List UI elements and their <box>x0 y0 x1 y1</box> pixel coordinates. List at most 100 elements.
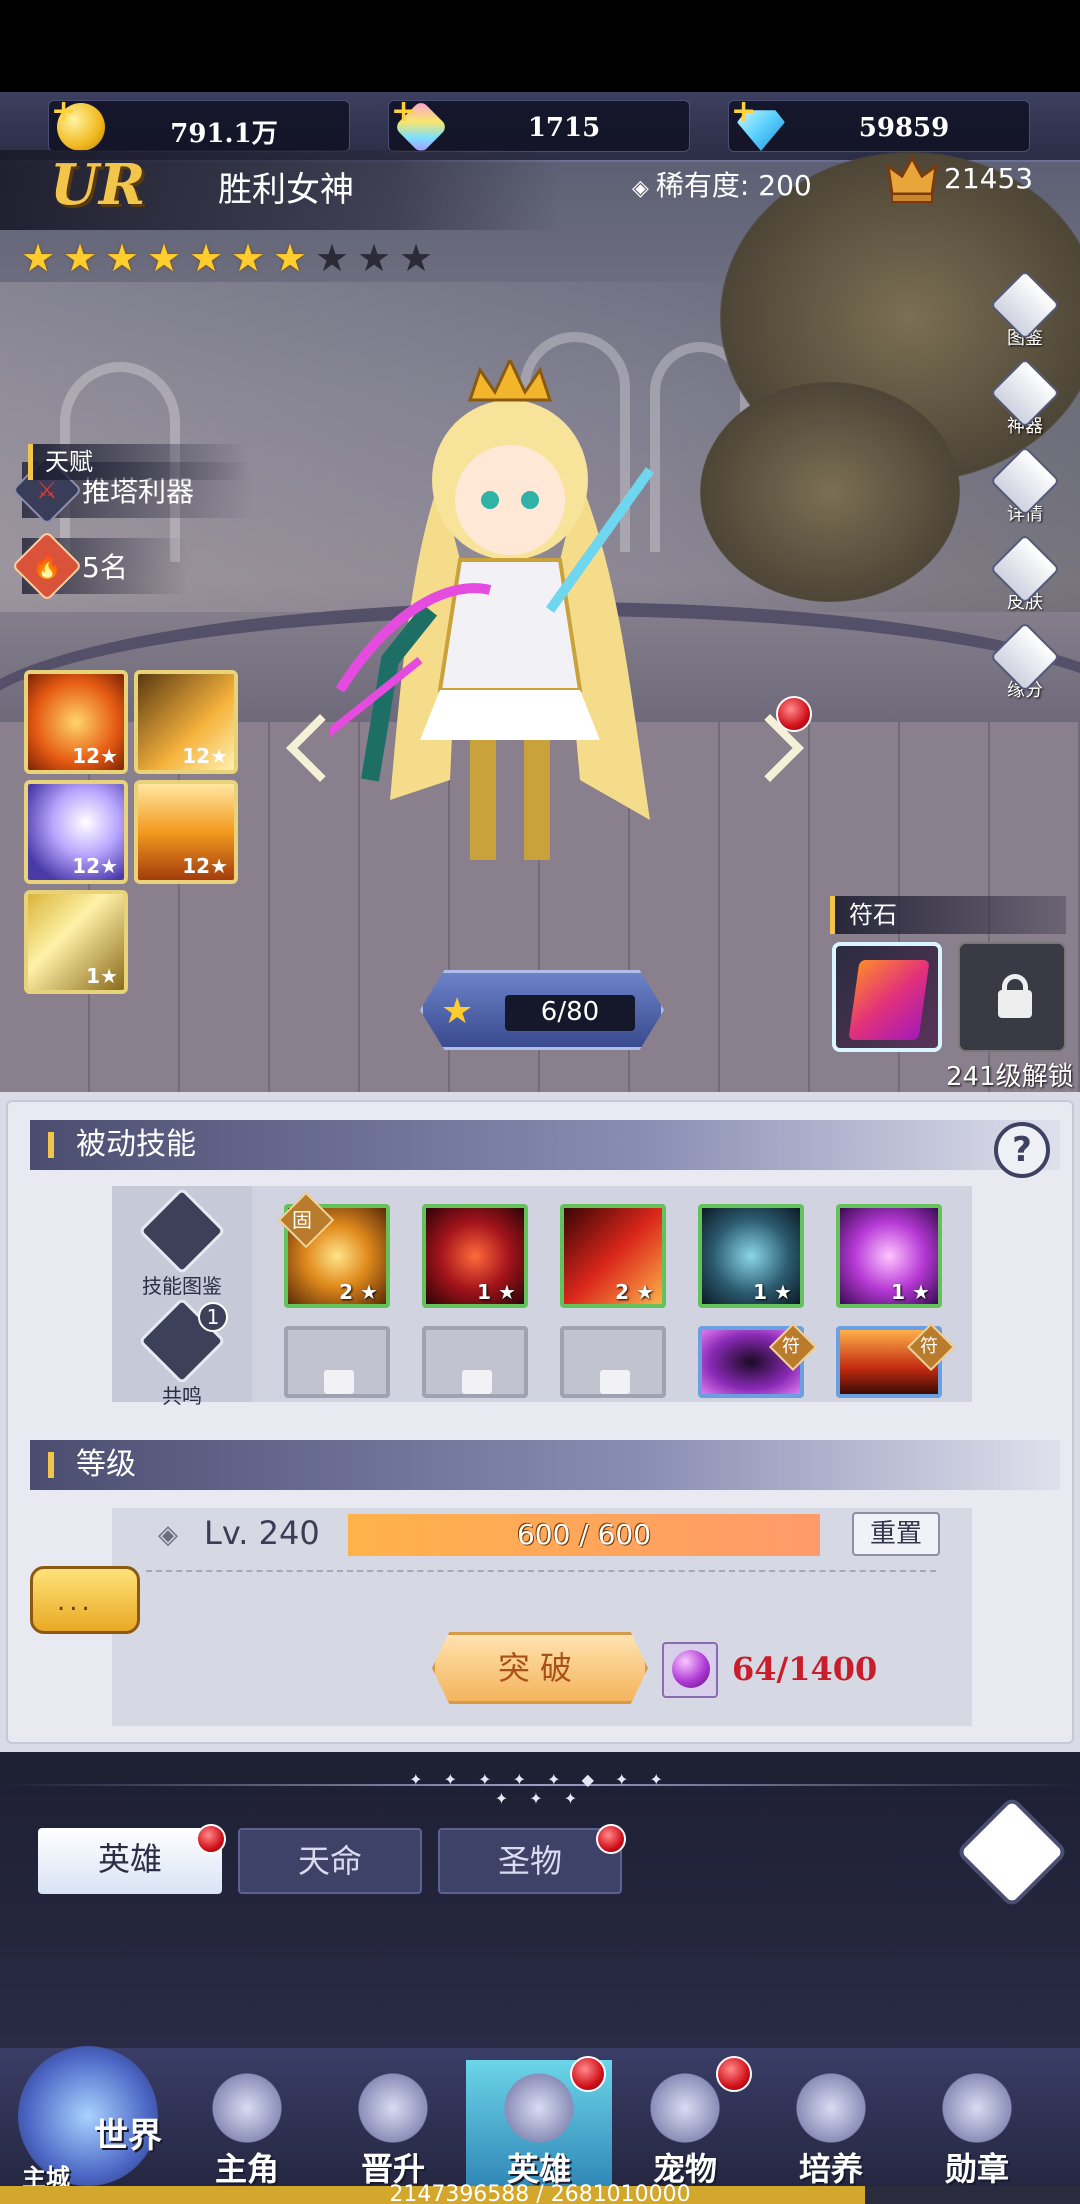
star-icon: ★ <box>356 236 392 280</box>
rune-unlock-text: 241级解锁 <box>946 1062 1074 1092</box>
skill-level: 2 ★ <box>615 1280 654 1304</box>
star-icon: ★ <box>20 236 56 280</box>
crystal-resource[interactable]: + 1715 <box>388 97 690 155</box>
medal-icon <box>937 2068 1017 2148</box>
power-value: 21453 <box>944 162 1034 195</box>
star-icon: ★ <box>398 236 434 280</box>
rune-title: 符石 <box>830 896 1066 934</box>
hero-character[interactable] <box>330 360 690 880</box>
resonance-count-badge: 1 <box>198 1302 228 1332</box>
star-icon: ★ <box>230 236 266 280</box>
rarity-label: ◈ 稀有度: 200 <box>632 164 812 204</box>
talent-slot[interactable]: 12★ <box>134 780 238 884</box>
level-text: Lv. 240 <box>204 1514 320 1552</box>
star-icon: ★ <box>272 236 308 280</box>
add-gold-icon[interactable]: + <box>51 97 76 127</box>
gold-resource[interactable]: + 791.1万 <box>48 97 350 152</box>
world-button[interactable]: 世界 主城 <box>8 2016 168 2192</box>
locked-skill-slot[interactable] <box>422 1326 528 1398</box>
add-crystal-icon[interactable]: + <box>391 97 416 127</box>
side-menu-item[interactable]: 详情 <box>989 445 1061 544</box>
side-menu: 图鉴 神器 详情 皮肤 缘分 <box>989 269 1061 720</box>
skill-level: 2 ★ <box>339 1280 378 1304</box>
rarity-text: 稀有度: <box>655 169 750 202</box>
hero-name: 胜利女神 <box>218 170 354 210</box>
breakthrough-cost: 64/1400 <box>732 1650 878 1688</box>
skill-codex-button[interactable]: 技能图鉴 <box>132 1187 232 1299</box>
side-menu-item[interactable]: 皮肤 <box>989 533 1061 632</box>
hero-helmet-icon <box>499 2068 579 2148</box>
protagonist-icon <box>207 2068 287 2148</box>
nav-promotion[interactable]: 晋升 <box>320 2060 466 2200</box>
skill-codex-label: 技能图鉴 <box>142 1274 222 1298</box>
diamond-value: 59859 <box>858 113 950 143</box>
chat-bubble-button[interactable]: ... <box>30 1566 140 1634</box>
gold-value: 791.1万 <box>170 119 278 149</box>
star-icon: ★ <box>104 236 140 280</box>
talent-slot[interactable]: 12★ <box>24 670 128 774</box>
skill-level: 1 ★ <box>753 1280 792 1304</box>
tab-hero[interactable]: 英雄 <box>38 1828 222 1894</box>
promotion-icon <box>353 2068 433 2148</box>
reset-button[interactable]: 重置 <box>852 1512 940 1556</box>
nav-protagonist[interactable]: 主角 <box>174 2060 320 2200</box>
star-icon: ★ <box>314 236 350 280</box>
nav-cultivate[interactable]: 培养 <box>758 2060 904 2200</box>
talent-level: 12★ <box>182 744 228 768</box>
star-up-icon: ★ <box>441 991 474 1032</box>
world-label: 世界 <box>94 2116 162 2156</box>
divider-stars: ✦ ✦ ✦ ✦ ✦ ◆ ✦ ✦ ✦ ✦ ✦ <box>409 1770 671 1808</box>
side-menu-item[interactable]: 神器 <box>989 357 1061 456</box>
talent-slot[interactable]: 1★ <box>24 890 128 994</box>
rune-badge-text: 符 <box>782 1336 800 1357</box>
skill-slot[interactable]: 1 ★ <box>836 1204 942 1308</box>
tab-destiny[interactable]: 天命 <box>238 1828 422 1894</box>
rune-slot[interactable] <box>832 942 942 1052</box>
tab-relic[interactable]: 圣物 <box>438 1828 622 1894</box>
notification-dot <box>196 1824 226 1854</box>
star-upgrade-pill[interactable]: ★ 6/80 <box>420 970 664 1050</box>
add-diamond-icon[interactable]: + <box>731 97 756 127</box>
rune-badge-text: 符 <box>920 1336 938 1357</box>
talent-slot[interactable]: 12★ <box>24 780 128 884</box>
notification-dot <box>596 1824 626 1854</box>
crystal-value: 1715 <box>527 113 601 143</box>
diamond-resource[interactable]: + 59859 <box>728 97 1030 152</box>
flame-icon: 🔥 <box>11 530 83 602</box>
side-menu-item[interactable]: 缘分 <box>989 621 1061 720</box>
purple-orb-icon <box>662 1642 718 1698</box>
codex-icon <box>138 1187 226 1275</box>
tree-foliage <box>700 382 960 602</box>
crown-power-icon <box>886 154 938 203</box>
skill-level: 1 ★ <box>477 1280 516 1304</box>
skill-slot[interactable]: 1 ★ <box>698 1204 804 1308</box>
talent-slot[interactable]: 12★ <box>134 670 238 774</box>
talent-title: 天赋 <box>28 444 248 480</box>
side-menu-item[interactable]: 图鉴 <box>989 269 1061 368</box>
notification-dot <box>776 696 812 732</box>
resonance-label: 共鸣 <box>162 1384 202 1408</box>
lock-shackle <box>1002 974 1028 996</box>
level-title: 等级 <box>30 1440 1060 1490</box>
breakthrough-button[interactable]: 突破 <box>432 1632 648 1704</box>
notification-dot <box>570 2056 606 2092</box>
help-button[interactable]: ? <box>994 1122 1050 1178</box>
game-screen: + 791.1万 + 1715 + 59859 UR 胜利女神 ◈ 稀有度: 2… <box>0 0 1080 2204</box>
locked-rune-slot[interactable] <box>958 942 1066 1052</box>
pet-icon <box>645 2068 725 2148</box>
diamond-icon: ◈ <box>632 176 656 201</box>
passive-skills-title: 被动技能 <box>30 1120 1060 1170</box>
status-bar <box>0 0 1080 92</box>
nav-medal[interactable]: 勋章 <box>904 2060 1050 2200</box>
dashed-divider <box>146 1570 936 1572</box>
cultivate-icon <box>791 2068 871 2148</box>
locked-skill-slot[interactable] <box>560 1326 666 1398</box>
locked-skill-slot[interactable] <box>284 1326 390 1398</box>
skill-slot[interactable]: 1 ★ <box>422 1204 528 1308</box>
star-rating: ★ ★ ★ ★ ★ ★ ★ ★ ★ ★ <box>18 238 436 284</box>
skill-slot[interactable]: 2 ★ <box>560 1204 666 1308</box>
talent-level: 12★ <box>72 744 118 768</box>
rank-tag-text: 5名 <box>82 551 128 584</box>
footer-progress: 2147396588 / 2681010000 <box>0 2182 1080 2204</box>
diamond-bullet-icon: ◈ <box>158 1520 178 1550</box>
